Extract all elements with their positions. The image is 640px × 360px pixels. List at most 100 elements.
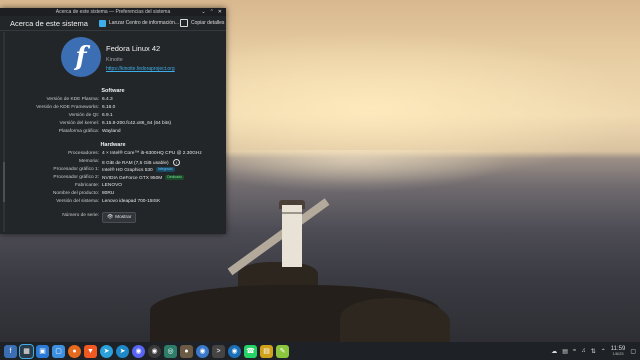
kate-icon[interactable]: ✎: [276, 344, 289, 358]
system-tray: ☁ ▤ ≈ ♫ ⇅ ⌃ 11:59 1/8/25 ▢: [551, 342, 636, 360]
row-value: Intel® HD Graphics 530 Integrado: [102, 167, 175, 173]
window-titlebar[interactable]: Acerca de este sistema — Preferencias de…: [0, 8, 226, 16]
row-key: Procesadores:: [68, 151, 99, 156]
steam-icon[interactable]: ◉: [228, 344, 241, 358]
row-key: Fabricante:: [75, 183, 99, 188]
launch-info-center-button[interactable]: Lanzar Centro de información...: [99, 16, 179, 30]
fedora-logo: f: [61, 37, 101, 77]
software-row: Versión del kernel: 6.15.8-200.fc42.x86_6…: [0, 121, 226, 129]
gpu1-value: Intel® HD Graphics 530: [102, 167, 153, 173]
clock-date: 1/8/25: [612, 351, 624, 356]
os-variant: Kinoite: [106, 57, 123, 63]
libreoffice-icon[interactable]: ▤: [260, 344, 273, 358]
task-manager: f ▦ ▣ ▢ ● ▼ ➤ ➤ ◉ ◉ ◎ ● ◉ > ◉ ☎ ▤ ✎: [0, 343, 289, 359]
show-serial-button[interactable]: 👁 Mostrar: [102, 212, 137, 223]
brave-icon[interactable]: ▼: [84, 344, 97, 358]
dolphin-icon[interactable]: ▣: [36, 344, 49, 358]
info-icon[interactable]: i: [172, 159, 180, 166]
copy-details-button[interactable]: Copiar detalles: [180, 16, 224, 30]
hardware-row: Procesadores: 4 × Intel® Core™ i5-6300HQ …: [0, 151, 226, 159]
integrated-badge: Integrado: [155, 167, 175, 172]
gpu2-value: NVIDIA GeForce GTX 950M: [102, 175, 163, 181]
maximize-icon[interactable]: ⌃: [210, 9, 214, 15]
network-icon[interactable]: ⇅: [591, 348, 596, 355]
taskbar: f ▦ ▣ ▢ ● ▼ ➤ ➤ ◉ ◉ ◎ ● ◉ > ◉ ☎ ▤ ✎ ☁ ▤ …: [0, 342, 640, 360]
hardware-row: Fabricante: LENOVO: [0, 183, 226, 191]
row-key: Memoria:: [79, 159, 99, 164]
os-url-link[interactable]: https://kinoite.fedoraproject.org: [106, 66, 175, 72]
show-serial-label: Mostrar: [115, 215, 132, 220]
cloud-icon[interactable]: ☁: [551, 348, 557, 355]
lighthouse: [282, 205, 302, 267]
copy-icon: [180, 19, 188, 27]
row-value: Wayland: [102, 129, 121, 134]
software-row: Versión de KDE Frameworks: 6.16.0: [0, 105, 226, 113]
row-value: LENOVO: [102, 183, 122, 188]
hardware-row: Nombre del producto: 80RU: [0, 191, 226, 199]
launcher-icon[interactable]: f: [4, 344, 17, 358]
whatsapp-icon[interactable]: ☎: [244, 344, 257, 358]
chromium-icon[interactable]: ◎: [164, 344, 177, 358]
minimize-icon[interactable]: ⌄: [201, 9, 205, 15]
row-key: Versión del sistema:: [56, 199, 99, 204]
dedicated-badge: Dedicado: [165, 175, 185, 180]
hardware-heading: Hardware: [100, 142, 126, 148]
browser-icon[interactable]: ◉: [196, 344, 209, 358]
row-key: Versión de Qt:: [68, 113, 99, 118]
software-row: Versión de Qt: 6.9.1: [0, 113, 226, 121]
row-value: 6.15.8-200.fc42.x86_64 (64 bits): [102, 121, 172, 126]
software-heading: Software: [101, 88, 125, 94]
row-value: NVIDIA GeForce GTX 950M Dedicado: [102, 175, 185, 181]
close-icon[interactable]: ✕: [218, 9, 222, 15]
window-title: Acerca de este sistema — Preferencias de…: [55, 9, 171, 15]
page-title: Acerca de este sistema: [10, 18, 88, 28]
clipboard-icon[interactable]: ▤: [562, 348, 568, 355]
row-key: Procesador gráfico 2:: [53, 175, 99, 180]
window-controls: ⌄ ⌃ ✕: [201, 9, 222, 15]
row-key: Versión del kernel:: [59, 121, 99, 126]
about-system-window[interactable]: Acerca de este sistema — Preferencias de…: [0, 8, 226, 234]
row-value: 80RU: [102, 191, 115, 196]
row-value: 4 × Intel® Core™ i5-6300HQ CPU @ 2.30GHz: [102, 151, 202, 156]
row-key: Versión de KDE Plasma:: [46, 97, 99, 102]
hardware-row: Memoria: 8 GiB de RAM (7,5 GiB usable) i: [0, 159, 226, 167]
terminal-icon[interactable]: >: [212, 344, 225, 358]
hardware-row: Procesador gráfico 1: Intel® HD Graphics …: [0, 167, 226, 175]
row-value: 6.16.0: [102, 105, 116, 110]
page-header: Acerca de este sistema Lanzar Centro de …: [0, 16, 226, 30]
info-center-icon: [99, 19, 106, 27]
software-row: Versión de KDE Plasma: 6.4.3: [0, 97, 226, 105]
telegram-desktop-icon[interactable]: ➤: [116, 344, 129, 358]
row-key: Plataforma gráfica:: [58, 129, 99, 134]
telegram-icon[interactable]: ➤: [100, 344, 113, 358]
row-key: Número de serie:: [62, 213, 99, 218]
overview-icon[interactable]: ▦: [19, 343, 34, 359]
memory-value: 8 GiB de RAM (7,5 GiB usable): [102, 160, 169, 166]
firefox-icon[interactable]: ●: [68, 344, 81, 358]
row-key: Procesador gráfico 1:: [53, 167, 99, 172]
show-desktop-icon[interactable]: ▢: [630, 348, 636, 355]
wifi-icon[interactable]: ≈: [573, 348, 576, 354]
lighthouse-band: [282, 212, 302, 214]
header-divider: [0, 30, 226, 31]
row-value: 6.9.1: [102, 113, 113, 118]
row-value: Lenovo ideapad 700-15ISK: [102, 199, 161, 204]
row-value: 8 GiB de RAM (7,5 GiB usable) i: [102, 159, 180, 166]
discord-icon[interactable]: ◉: [132, 344, 145, 358]
software-row: Plataforma gráfica: Wayland: [0, 129, 226, 137]
eye-icon: 👁: [107, 215, 114, 220]
row-key: Versión de KDE Frameworks:: [36, 105, 99, 110]
copy-details-label: Copiar detalles: [191, 20, 225, 26]
obs-icon[interactable]: ◉: [148, 344, 161, 358]
launch-info-center-label: Lanzar Centro de información...: [109, 20, 180, 26]
fedora-f-glyph: f: [75, 42, 87, 72]
hardware-row: Procesador gráfico 2: NVIDIA GeForce GTX …: [0, 175, 226, 183]
clock[interactable]: 11:59 1/8/25: [611, 346, 626, 356]
gimp-icon[interactable]: ●: [180, 344, 193, 358]
tray-expand-icon[interactable]: ⌃: [601, 348, 606, 355]
volume-icon[interactable]: ♫: [581, 348, 586, 354]
folder-icon[interactable]: ▢: [52, 344, 65, 358]
row-value: 6.4.3: [102, 97, 113, 102]
row-key: Nombre del producto:: [52, 191, 99, 196]
rock-right: [340, 298, 450, 342]
